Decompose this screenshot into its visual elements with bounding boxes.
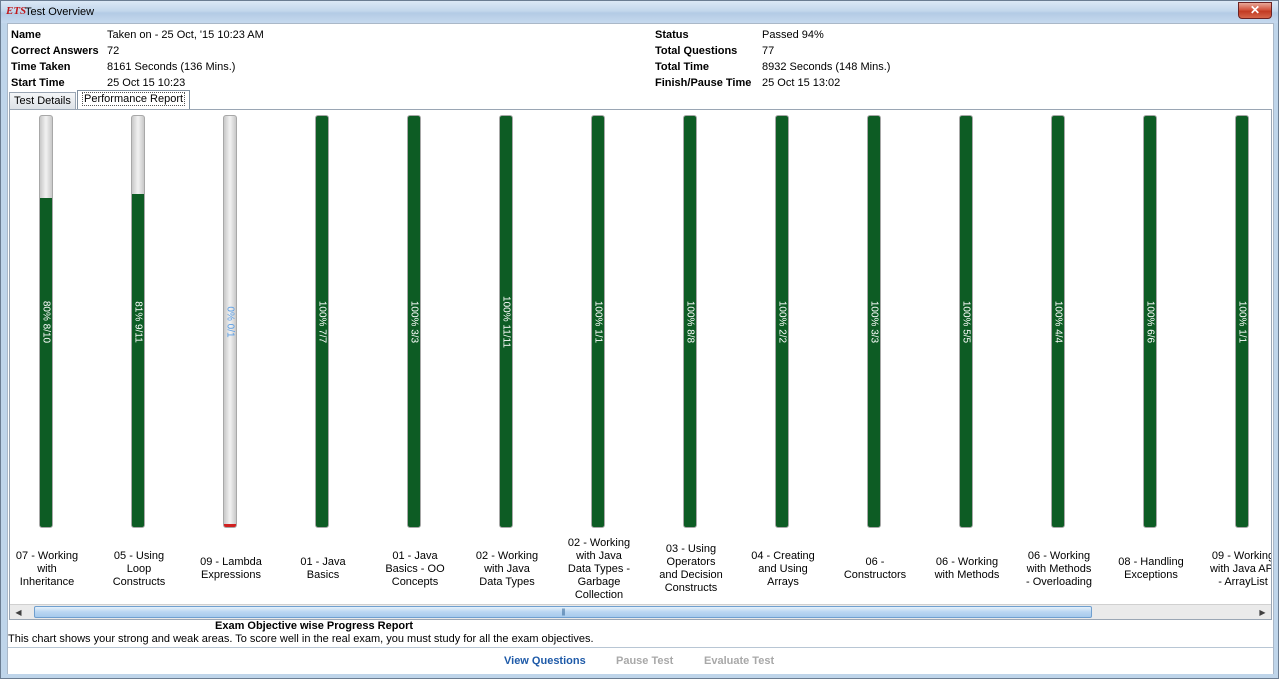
objective-column: 0% 0/1 09 - Lambda Expressions: [185, 110, 277, 619]
objective-progress-bar: 100% 3/3: [867, 115, 881, 528]
objective-score-text: 100% 11/11: [500, 295, 512, 348]
objective-progress-bar: 100% 8/8: [683, 115, 697, 528]
objective-label: 06 - Working with Methods - Overloading: [1025, 549, 1093, 588]
objective-progress-bar: 81% 9/11: [131, 115, 145, 528]
objective-column: 81% 9/11 05 - Using Loop Constructs: [93, 110, 185, 619]
objective-column: 100% 7/7 01 - Java Basics: [277, 110, 369, 619]
grip-icon: |||: [561, 609, 566, 616]
objective-bars: 80% 8/10 07 - Working with Inheritance 81%…: [10, 110, 1272, 619]
objective-score-text: 100% 8/8: [684, 300, 696, 343]
evaluate-test-button[interactable]: Evaluate Test: [704, 655, 774, 667]
objective-column: 100% 2/2 04 - Creating and Using Arrays: [737, 110, 829, 619]
objective-label: 01 - Java Basics - OO Concepts: [385, 549, 445, 588]
performance-chart-panel: 80% 8/10 07 - Working with Inheritance 81%…: [9, 109, 1272, 620]
summary-label: Total Time: [655, 61, 709, 73]
scroll-left-arrow-icon[interactable]: ◀: [11, 606, 26, 619]
chart-description: This chart shows your strong and weak ar…: [8, 633, 594, 645]
summary-value: 77: [762, 45, 775, 57]
tab-label: Test Details: [14, 95, 71, 107]
objective-column: 100% 8/8 03 - Using Operators and Decisio…: [645, 110, 737, 619]
objective-progress-bar: 0% 0/1: [223, 115, 237, 528]
objective-label: 05 - Using Loop Constructs: [112, 549, 166, 588]
scroll-right-arrow-icon[interactable]: ▶: [1255, 606, 1270, 619]
objective-score-text: 100% 1/1: [592, 300, 604, 343]
objective-progress-bar: 100% 11/11: [499, 115, 513, 528]
summary-label: Name: [11, 29, 41, 41]
summary-label: Status: [655, 29, 689, 41]
objective-label: 06 - Constructors: [843, 556, 907, 581]
objective-column: 100% 6/6 08 - Handling Exceptions: [1105, 110, 1197, 619]
objective-progress-bar: 100% 2/2: [775, 115, 789, 528]
objective-progress-bar: 100% 3/3: [407, 115, 421, 528]
objective-label: 09 - Lambda Expressions: [200, 556, 262, 581]
objective-progress-bar: 100% 4/4: [1051, 115, 1065, 528]
objective-column: 100% 1/1 09 - Working with Java API - Arr…: [1197, 110, 1272, 619]
client-area: Name Taken on - 25 Oct, '15 10:23 AM Cor…: [7, 23, 1274, 674]
scroll-thumb[interactable]: |||: [34, 606, 1092, 618]
objective-label: 02 - Working with Java Data Types - Garb…: [567, 536, 631, 601]
objective-score-text: 100% 3/3: [868, 300, 880, 343]
objective-column: 100% 5/5 06 - Working with Methods: [921, 110, 1013, 619]
tab-performance-report[interactable]: Performance Report: [77, 90, 191, 109]
objective-column: 100% 3/3 06 - Constructors: [829, 110, 921, 619]
objective-label: 08 - Handling Exceptions: [1118, 556, 1184, 581]
objective-label: 03 - Using Operators and Decision Constr…: [659, 543, 723, 594]
summary-label: Total Questions: [655, 45, 738, 57]
tab-test-details[interactable]: Test Details: [9, 92, 76, 109]
objective-score-text: 100% 5/5: [960, 300, 972, 343]
chart-title: Exam Objective wise Progress Report: [215, 620, 414, 632]
objective-column: 100% 1/1 02 - Working with Java Data Type…: [553, 110, 645, 619]
objective-score-text: 100% 2/2: [776, 300, 788, 343]
objective-progress-bar: 100% 1/1: [591, 115, 605, 528]
window-title: Test Overview: [25, 6, 95, 18]
objective-progress-bar: 100% 5/5: [959, 115, 973, 528]
objective-score-text: 100% 7/7: [316, 300, 328, 343]
objective-progress-fill: [132, 194, 144, 527]
pause-test-button[interactable]: Pause Test: [616, 655, 673, 667]
objective-column: 100% 11/11 02 - Working with Java Data Ty…: [461, 110, 553, 619]
objective-progress-bar: 80% 8/10: [39, 115, 53, 528]
objective-score-text: 80% 8/10: [40, 300, 52, 343]
test-overview-window: ETS Test Overview ✕ Name Taken on - 25 O…: [0, 0, 1279, 679]
close-button[interactable]: ✕: [1238, 2, 1272, 19]
summary-value: Taken on - 25 Oct, '15 10:23 AM: [107, 29, 264, 41]
objective-label: 06 - Working with Methods: [934, 556, 1000, 581]
summary-value: 72: [107, 45, 120, 57]
summary-label: Start Time: [11, 77, 65, 89]
objective-label: 01 - Java Basics: [300, 556, 346, 581]
summary-label: Correct Answers: [11, 45, 99, 57]
view-questions-button[interactable]: View Questions: [504, 655, 586, 667]
close-icon: ✕: [1249, 3, 1261, 17]
objective-score-text: 100% 1/1: [1236, 300, 1248, 343]
title-bar[interactable]: ETS Test Overview ✕: [1, 1, 1278, 23]
objective-label: 07 - Working with Inheritance: [15, 549, 79, 588]
summary-label: Time Taken: [11, 61, 71, 73]
action-bar: View Questions Pause Test Evaluate Test: [8, 647, 1273, 674]
objective-column: 100% 3/3 01 - Java Basics - OO Concepts: [369, 110, 461, 619]
objective-score-text: 81% 9/11: [132, 300, 144, 343]
objective-score-text: 100% 6/6: [1144, 300, 1156, 343]
objective-progress-bar: 100% 7/7: [315, 115, 329, 528]
objective-column: 100% 4/4 06 - Working with Methods - Over…: [1013, 110, 1105, 619]
objective-progress-fill: [40, 198, 52, 527]
horizontal-scrollbar[interactable]: ◀ ||| ▶: [10, 604, 1271, 619]
objective-score-text: 100% 3/3: [408, 300, 420, 343]
objective-score-text: 100% 4/4: [1052, 300, 1064, 343]
summary-value: 25 Oct 15 10:23: [107, 77, 186, 89]
ets-app-icon: ETS: [6, 5, 27, 17]
objective-label: 04 - Creating and Using Arrays: [751, 549, 815, 588]
summary-value: 25 Oct 15 13:02: [762, 77, 841, 89]
summary-value: 8932 Seconds (148 Mins.): [762, 61, 891, 73]
objective-score-text: 0% 0/1: [224, 305, 236, 338]
summary-value: Passed 94%: [762, 29, 824, 41]
objective-column: 80% 8/10 07 - Working with Inheritance: [10, 110, 93, 619]
tab-label: Performance Report: [82, 92, 186, 106]
objective-progress-bar: 100% 1/1: [1235, 115, 1249, 528]
objective-label: 02 - Working with Java Data Types: [475, 549, 539, 588]
objective-progress-bar: 100% 6/6: [1143, 115, 1157, 528]
summary-value: 8161 Seconds (136 Mins.): [107, 61, 236, 73]
summary-label: Finish/Pause Time: [655, 77, 752, 89]
objective-label: 09 - Working with Java API - ArrayList: [1209, 549, 1272, 588]
zero-score-marker: [224, 524, 236, 527]
